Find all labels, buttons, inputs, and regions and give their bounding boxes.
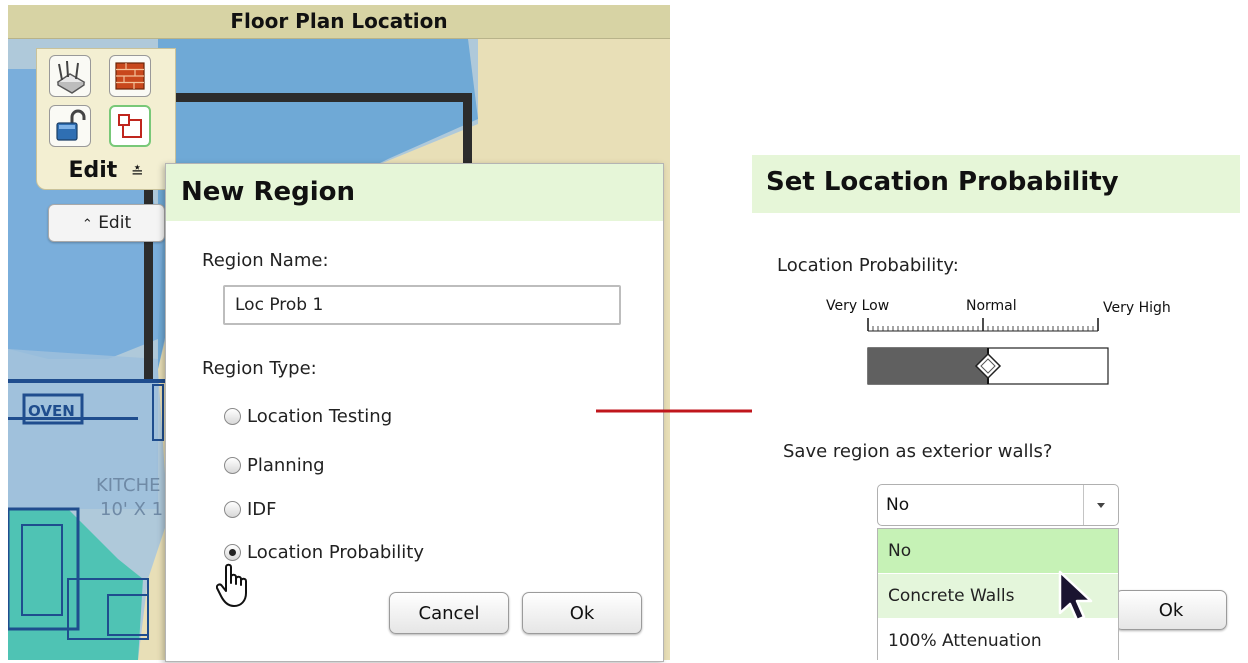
- region-type-label: Region Type:: [202, 358, 317, 379]
- exterior-walls-question: Save region as exterior walls?: [783, 441, 1053, 462]
- dropdown-option-no[interactable]: No: [878, 529, 1118, 573]
- access-point-icon: [56, 60, 86, 94]
- location-probability-dialog: Set Location Probability Location Probab…: [752, 155, 1240, 660]
- radio-label: Location Testing: [247, 405, 393, 427]
- radio-button[interactable]: [224, 407, 241, 425]
- arrow-cursor-icon: [1058, 570, 1093, 622]
- radio-button-selected[interactable]: [224, 543, 241, 561]
- new-region-dialog: New Region Region Name: Region Type: Loc…: [165, 163, 664, 662]
- slider-ruler: [867, 318, 1099, 332]
- radio-button[interactable]: [224, 500, 241, 518]
- exterior-walls-select[interactable]: No: [877, 484, 1119, 526]
- floor-plan-title: Floor Plan Location: [8, 5, 670, 39]
- dropdown-arrow[interactable]: [1083, 485, 1118, 525]
- exterior-walls-selected-value: No: [886, 495, 910, 515]
- region-name-label: Region Name:: [202, 250, 329, 271]
- edit-toolbar: Edit ≛: [36, 48, 176, 190]
- radio-location-probability[interactable]: Location Probability: [224, 539, 424, 565]
- new-region-title: New Region: [166, 164, 663, 221]
- kitchen-dims-label: 10' X 1: [100, 499, 163, 520]
- lock-tool-button[interactable]: [49, 105, 91, 147]
- ok-button[interactable]: Ok: [1115, 590, 1227, 630]
- unlock-icon: [56, 109, 86, 141]
- radio-planning[interactable]: Planning: [224, 452, 325, 478]
- probability-slider[interactable]: [862, 315, 1122, 387]
- scale-mid-label: Normal: [966, 298, 1017, 314]
- edit-label: Edit: [68, 158, 118, 183]
- region-tool-button[interactable]: [109, 105, 151, 147]
- ok-button[interactable]: Ok: [522, 592, 642, 634]
- radio-label: Planning: [247, 454, 325, 476]
- access-point-tool-button[interactable]: [49, 55, 91, 97]
- scale-high-label: Very High: [1103, 300, 1171, 316]
- dropdown-option-100-attenuation[interactable]: 100% Attenuation: [878, 619, 1118, 663]
- radio-label: IDF: [247, 498, 277, 520]
- hand-pointer-cursor-icon: [216, 563, 247, 607]
- triangle-down-icon: [1097, 503, 1105, 508]
- region-name-input[interactable]: [223, 285, 621, 325]
- location-probability-title: Set Location Probability: [752, 155, 1240, 213]
- edit-toggle[interactable]: Edit ≛: [37, 153, 175, 189]
- radio-idf[interactable]: IDF: [224, 496, 277, 522]
- chevron-double-up-icon: ⌃: [81, 217, 93, 232]
- chevron-double-down-icon: ≛: [130, 163, 144, 181]
- kitchen-label: KITCHE: [96, 475, 161, 496]
- brick-wall-icon: [115, 62, 145, 90]
- edit-collapse-label: Edit: [98, 213, 132, 233]
- radio-label: Location Probability: [247, 541, 425, 563]
- cancel-button[interactable]: Cancel: [389, 592, 509, 634]
- wall-tool-button[interactable]: [109, 55, 151, 97]
- slider-fill: [868, 348, 988, 384]
- radio-button[interactable]: [224, 456, 241, 474]
- region-icon: [118, 114, 142, 138]
- edit-collapse-button[interactable]: ⌃ Edit: [48, 204, 165, 242]
- location-probability-label: Location Probability:: [777, 255, 959, 276]
- oven-label: OVEN: [28, 402, 75, 420]
- radio-location-testing[interactable]: Location Testing: [224, 403, 392, 429]
- scale-low-label: Very Low: [826, 298, 890, 314]
